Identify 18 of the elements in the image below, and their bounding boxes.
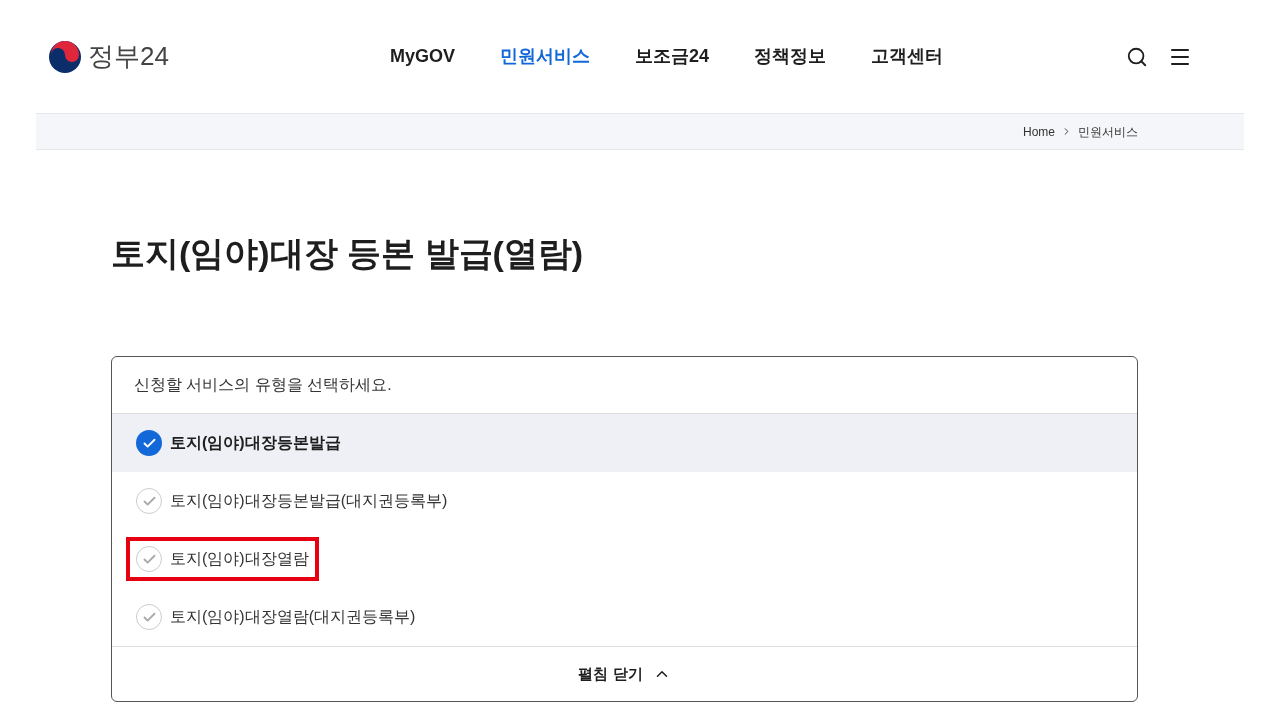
breadcrumb-link[interactable]: Home — [1023, 122, 1055, 141]
search-icon[interactable] — [1126, 45, 1148, 68]
service-option[interactable]: 토지(임야)대장등본발급 — [112, 414, 1137, 472]
logo-icon — [48, 39, 82, 74]
option-label: 토지(임야)대장등본발급 — [170, 433, 341, 453]
nav-link[interactable]: MyGOV — [390, 43, 455, 70]
breadcrumb-link[interactable]: 민원서비스 — [1078, 122, 1138, 141]
nav-link[interactable]: 민원서비스 — [500, 43, 590, 70]
logo-text[interactable]: 정부24 — [88, 37, 169, 76]
page-title: 토지(임야)대장 등본 발급(열람) — [111, 233, 585, 274]
nav-link[interactable]: 고객센터 — [871, 43, 944, 70]
option-label: 토지(임야)대장등본발급(대지권등록부) — [170, 491, 448, 511]
nav-link[interactable]: 보조금24 — [635, 43, 710, 70]
collapse-button[interactable]: 펼침 닫기 — [112, 646, 1137, 701]
nav-link[interactable]: 정책정보 — [754, 43, 827, 70]
option-label: 토지(임야)대장열람 — [170, 549, 309, 569]
check-icon — [136, 430, 162, 456]
option-label: 토지(임야)대장열람(대지권등록부) — [170, 607, 416, 627]
